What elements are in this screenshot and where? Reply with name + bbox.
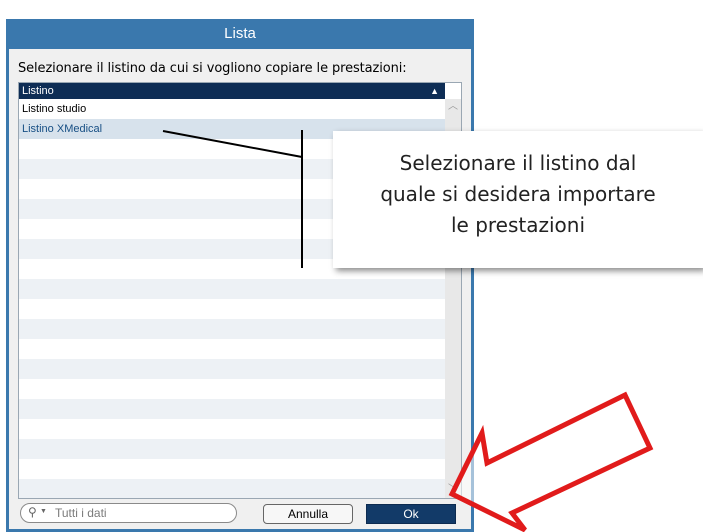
search-icon[interactable]: ⚲ [28,505,37,519]
list-item[interactable] [19,319,445,339]
instruction-text: Selezionare il listino da cui si voglion… [18,61,407,76]
list-item[interactable] [19,399,445,419]
list-item[interactable] [19,419,445,439]
scroll-up-icon[interactable]: ︿ [445,99,461,115]
list-item[interactable] [19,299,445,319]
list-item[interactable] [19,339,445,359]
scroll-down-icon[interactable]: ﹀ [445,482,461,498]
list-item[interactable]: Listino studio [19,99,445,119]
search-field[interactable]: ⚲ ▼ [20,503,237,523]
list-item[interactable] [19,439,445,459]
callout-line-3: le prestazioni [450,213,586,237]
sort-ascending-icon[interactable]: ▲ [430,83,439,99]
callout-line-1: Selezionare il listino dal [399,151,637,175]
list-item[interactable] [19,459,445,479]
list-item[interactable] [19,379,445,399]
dialog-window: Lista Selezionare il listino da cui si v… [6,19,474,532]
list-item[interactable] [19,279,445,299]
dialog-body: Selezionare il listino da cui si voglion… [9,49,471,529]
column-header-listino[interactable]: Listino ▲ [19,83,445,99]
list-item[interactable] [19,359,445,379]
callout-annotation: Selezionare il listino dal quale si desi… [333,131,703,268]
search-input[interactable] [55,505,225,521]
window-title: Lista [6,19,474,49]
cancel-button[interactable]: Annulla [263,504,353,524]
column-header-label: Listino [22,85,54,97]
callout-line-2: quale si desidera importare [380,182,656,206]
ok-button[interactable]: Ok [366,504,456,524]
list-item[interactable] [19,479,445,498]
chevron-down-icon[interactable]: ▼ [40,508,47,515]
